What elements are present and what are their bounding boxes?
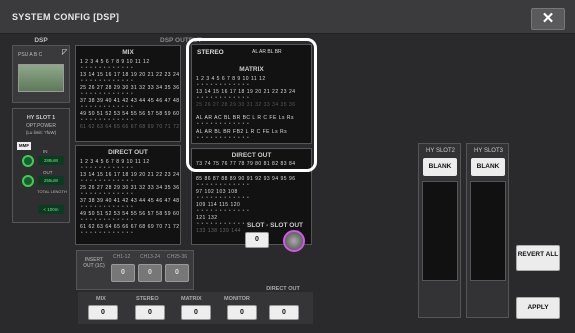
monitor-count-button[interactable]: 0: [227, 305, 257, 320]
slot-out-button[interactable]: 0: [245, 232, 269, 248]
close-button[interactable]: ✕: [531, 8, 565, 30]
direct-count-button[interactable]: 0: [269, 305, 299, 320]
in-status-icon: [22, 155, 34, 167]
ch25-36-button[interactable]: 0: [165, 264, 189, 282]
hy-slot2-blank-button[interactable]: BLANK: [423, 158, 457, 176]
lu-limit-label: (Lu limit: ?fuW): [25, 130, 57, 135]
mix-row-6: 61 62 63 64 65 66 67 68 69 70 71 72: [80, 124, 180, 130]
hy-slot2-well: [422, 181, 458, 281]
title-bar: SYSTEM CONFIG [DSP] ✕: [0, 0, 575, 34]
mix-count-button[interactable]: 0: [88, 305, 118, 320]
out-status-icon: [22, 175, 34, 187]
window-title: SYSTEM CONFIG [DSP]: [12, 12, 120, 22]
dsp-card-image: [18, 64, 64, 92]
mix-count-label: MIX: [96, 296, 106, 302]
monitor-count-label: MONITOR: [224, 296, 250, 302]
close-icon: ✕: [541, 10, 555, 27]
mmf-badge: MMF: [17, 142, 31, 150]
slot-out-knob[interactable]: [283, 230, 305, 252]
selection-highlight: [186, 38, 317, 172]
matrix-count-label: MATRIX: [181, 296, 202, 302]
apply-button[interactable]: APPLY: [516, 297, 560, 319]
out-label: OUT: [43, 170, 53, 175]
psu-leds: PSU A B C: [18, 52, 43, 58]
hy-slot3-panel[interactable]: HY SLOT3 BLANK: [466, 143, 509, 318]
in-value: 288uW: [38, 156, 64, 165]
hy-slot1-panel[interactable]: HY SLOT 1 OPT.POWER (Lu limit: ?fuW) MMF…: [12, 108, 70, 223]
mix-grid[interactable]: MIX 1 2 3 4 5 6 7 8 9 10 11 12 •••••••••…: [75, 45, 181, 142]
ch13-24-label: CH13-24: [140, 254, 161, 260]
in-label: IN: [43, 149, 48, 154]
direct-count-label: DIRECT OUT: [266, 286, 300, 292]
total-length-label: TOTAL LENGTH: [37, 189, 67, 194]
hy-slot1-title: HY SLOT 1: [26, 115, 56, 121]
hy-slot2-panel[interactable]: HY SLOT2 BLANK: [418, 143, 461, 318]
slot-out-label: SLOT - SLOT OUT: [247, 222, 303, 229]
bottom-row: MIX 0 STEREO 0 MATRIX 0 MONITOR 0 DIRECT…: [78, 286, 313, 324]
dsp-unit[interactable]: PSU A B C ◸: [12, 45, 70, 103]
opt-power-label: OPT.POWER: [25, 123, 56, 129]
stereo-count-button[interactable]: 0: [135, 305, 165, 320]
direct-out-title: DIRECT OUT: [108, 149, 148, 156]
mix-title: MIX: [122, 49, 134, 56]
total-length-value: < 100m: [38, 205, 64, 214]
insert-out-label: INSERT OUT (1C): [83, 257, 105, 269]
ch13-24-button[interactable]: 0: [138, 264, 162, 282]
ch1-12-button[interactable]: 0: [111, 264, 135, 282]
hy-slot3-blank-button[interactable]: BLANK: [471, 158, 505, 176]
hy-slot2-title: HY SLOT2: [426, 148, 455, 154]
stereo-count-label: STEREO: [136, 296, 159, 302]
dsp-label: DSP: [34, 37, 48, 44]
hy-slot3-title: HY SLOT3: [474, 148, 503, 154]
hy-slot3-well: [470, 181, 506, 281]
insert-out-box: INSERT OUT (1C) CH1-12 CH13-24 CH25-36 0…: [76, 250, 194, 290]
revert-all-button[interactable]: REVERT ALL: [516, 245, 560, 271]
expand-icon: ◸: [62, 49, 68, 56]
ch25-36-label: CH25-36: [167, 254, 188, 260]
ch1-12-label: CH1-12: [113, 254, 131, 260]
matrix-count-button[interactable]: 0: [181, 305, 211, 320]
direct-out-grid[interactable]: DIRECT OUT 1 2 3 4 5 6 7 8 9 10 11 12 ••…: [75, 145, 181, 245]
out-value: 255uW: [38, 176, 64, 185]
system-config-window: SYSTEM CONFIG [DSP] ✕ DSP PSU A B C ◸ HY…: [0, 0, 575, 333]
